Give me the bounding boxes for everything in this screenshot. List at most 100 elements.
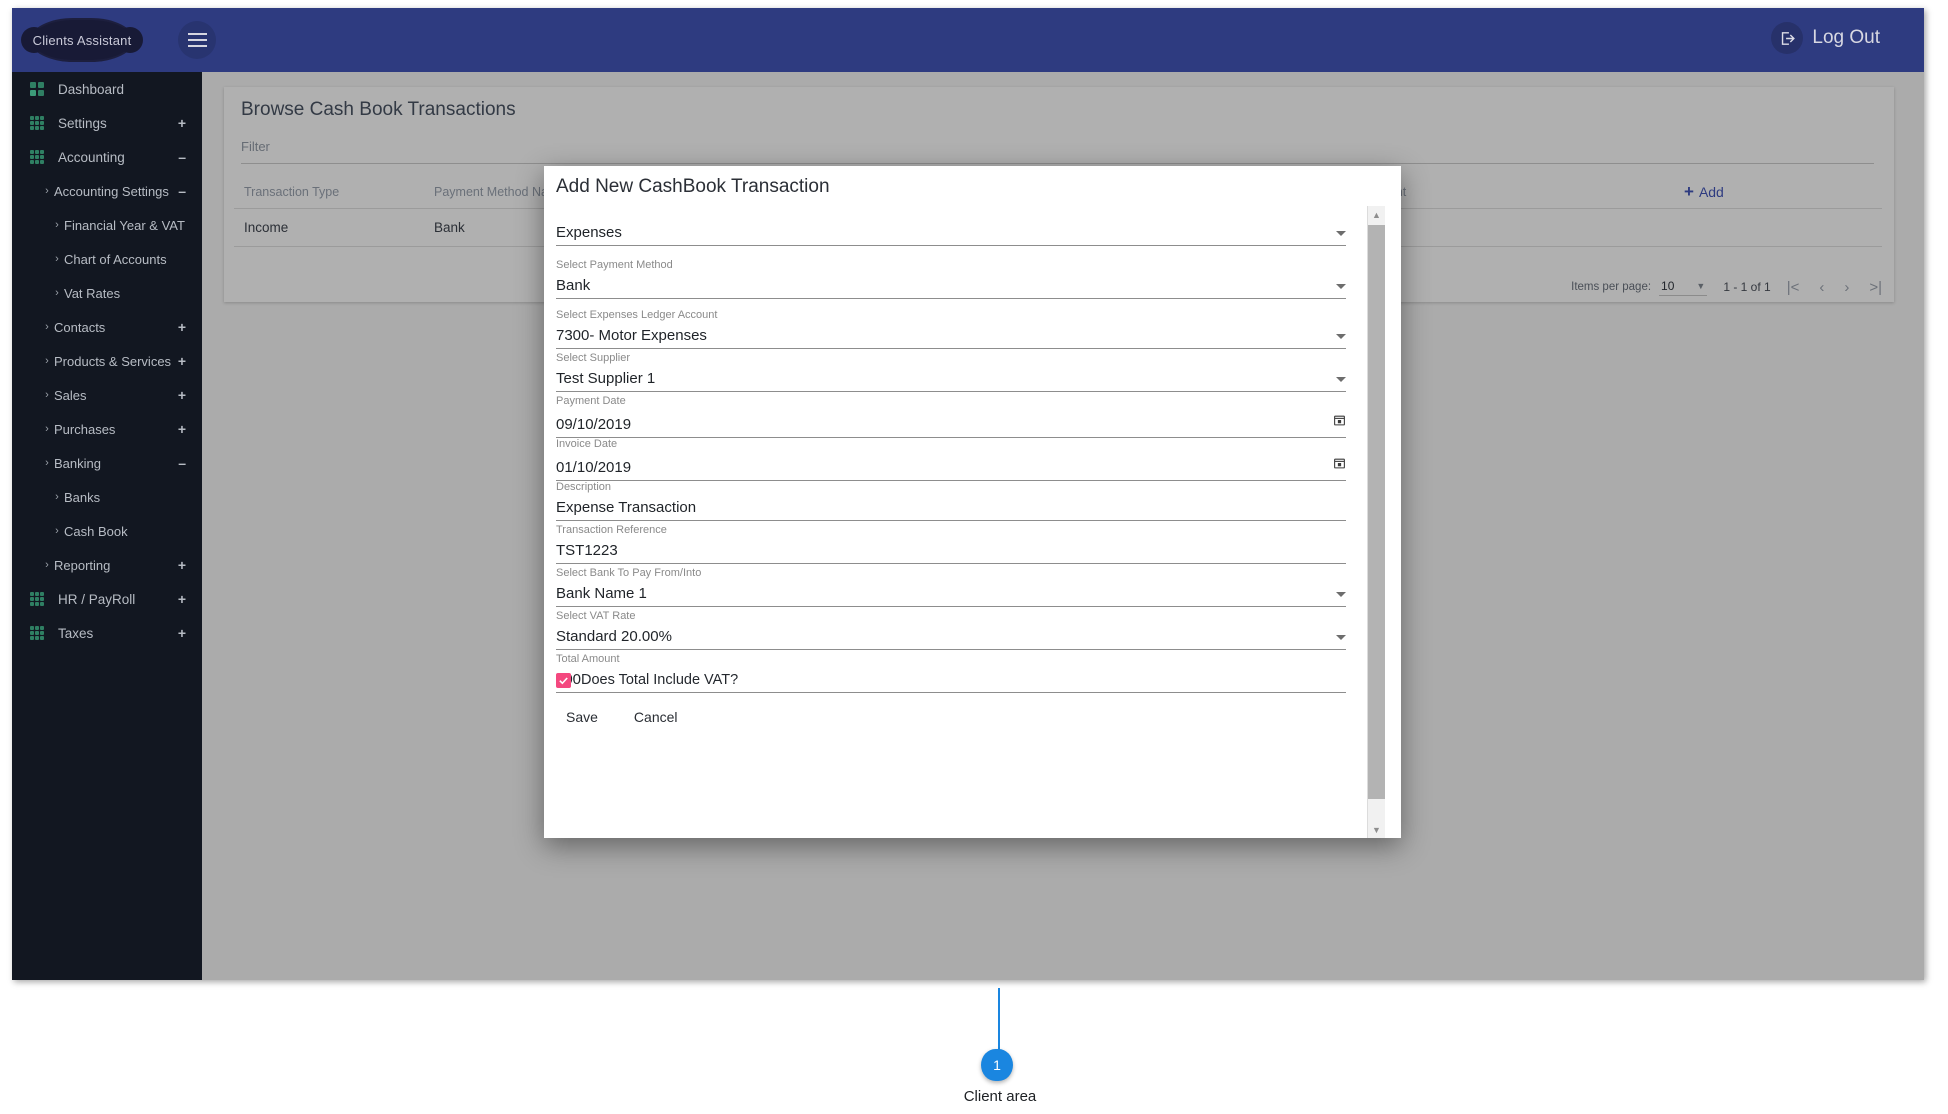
sidebar: DashboardSettings+Accounting–›Accounting… bbox=[12, 72, 202, 980]
chevron-right-icon: › bbox=[50, 525, 64, 537]
collapse-icon[interactable]: – bbox=[178, 183, 202, 199]
chevron-right-icon: › bbox=[50, 287, 64, 299]
calendar-icon[interactable] bbox=[1333, 456, 1346, 475]
paginator: Items per page: 10 ▼ 1 - 1 of 1 |< ‹ › >… bbox=[1571, 278, 1882, 296]
scroll-down-icon[interactable]: ▼ bbox=[1368, 821, 1385, 838]
field-label: Select Supplier bbox=[556, 352, 1346, 365]
sidebar-item-products-services[interactable]: ›Products & Services+ bbox=[12, 344, 202, 378]
select-select-payment-method[interactable]: Bank bbox=[556, 277, 1346, 299]
select-select-expenses-ledger-account[interactable]: 7300- Motor Expenses bbox=[556, 327, 1346, 349]
sidebar-item-banking[interactable]: ›Banking– bbox=[12, 446, 202, 480]
expand-icon[interactable]: + bbox=[178, 421, 202, 437]
select-expenses[interactable]: Expenses bbox=[556, 224, 1346, 246]
expand-icon[interactable]: + bbox=[178, 115, 202, 131]
sidebar-item-label: Cash Book bbox=[64, 524, 186, 539]
sidebar-item-label: Chart of Accounts bbox=[64, 252, 186, 267]
sidebar-item-label: Vat Rates bbox=[64, 286, 186, 301]
chevron-down-icon[interactable] bbox=[1336, 592, 1346, 597]
sidebar-item-banks[interactable]: ›Banks bbox=[12, 480, 202, 514]
field-label: Select Bank To Pay From/Into bbox=[556, 567, 1346, 580]
sidebar-item-hr-payroll[interactable]: HR / PayRoll+ bbox=[12, 582, 202, 616]
chevron-right-icon: › bbox=[50, 253, 64, 265]
first-page-button[interactable]: |< bbox=[1787, 279, 1800, 296]
cell-actions bbox=[1674, 209, 1882, 247]
chevron-down-icon[interactable] bbox=[1336, 377, 1346, 382]
field-label: Description bbox=[556, 481, 1346, 494]
sidebar-item-accounting-settings[interactable]: ›Accounting Settings– bbox=[12, 174, 202, 208]
chevron-right-icon: › bbox=[40, 457, 54, 469]
chevron-down-icon[interactable] bbox=[1336, 334, 1346, 339]
field-value: 7300- Motor Expenses bbox=[556, 327, 707, 344]
collapse-icon[interactable]: – bbox=[178, 149, 202, 165]
filter-field[interactable]: Filter bbox=[241, 139, 1874, 164]
sidebar-item-financial-year-vat[interactable]: ›Financial Year & VAT bbox=[12, 208, 202, 242]
dialog-title: Add New CashBook Transaction bbox=[556, 176, 830, 198]
expand-icon[interactable]: + bbox=[178, 319, 202, 335]
field-value: Bank bbox=[556, 277, 590, 294]
expand-icon[interactable]: + bbox=[178, 353, 202, 369]
sidebar-item-sales[interactable]: ›Sales+ bbox=[12, 378, 202, 412]
chevron-down-icon[interactable] bbox=[1336, 635, 1346, 640]
text-input-description[interactable]: Expense Transaction bbox=[556, 499, 1346, 521]
sidebar-item-chart-of-accounts[interactable]: ›Chart of Accounts bbox=[12, 242, 202, 276]
hamburger-bar bbox=[188, 45, 207, 47]
logout-button[interactable]: Log Out bbox=[1771, 22, 1880, 54]
cancel-button[interactable]: Cancel bbox=[624, 703, 688, 731]
collapse-icon[interactable]: – bbox=[178, 455, 202, 471]
hamburger-icon[interactable] bbox=[178, 21, 216, 59]
include-vat-checkbox[interactable] bbox=[556, 673, 571, 688]
chevron-down-icon[interactable] bbox=[1336, 231, 1346, 236]
plus-icon: + bbox=[1684, 183, 1694, 200]
dialog-scrollbar[interactable]: ▲ ▼ bbox=[1367, 206, 1385, 838]
sidebar-item-reporting[interactable]: ›Reporting+ bbox=[12, 548, 202, 582]
include-vat-label: Does Total Include VAT? bbox=[581, 672, 738, 688]
chevron-right-icon: › bbox=[50, 219, 64, 231]
date-input-payment-date[interactable]: 09/10/2019 bbox=[556, 413, 1346, 438]
sidebar-item-dashboard[interactable]: Dashboard bbox=[12, 72, 202, 106]
sidebar-item-settings[interactable]: Settings+ bbox=[12, 106, 202, 140]
column-header-transaction-type[interactable]: Transaction Type bbox=[234, 175, 424, 209]
calendar-icon[interactable] bbox=[1333, 413, 1346, 432]
select-select-bank-to-pay-from-into[interactable]: Bank Name 1 bbox=[556, 585, 1346, 607]
sidebar-item-label: Banks bbox=[64, 490, 186, 505]
field-invoice-date: Invoice Date01/10/2019 bbox=[556, 438, 1346, 481]
expand-icon[interactable]: + bbox=[178, 557, 202, 573]
page-buttons: |< ‹ › >| bbox=[1787, 279, 1882, 296]
previous-page-button[interactable]: ‹ bbox=[1819, 279, 1824, 296]
next-page-button[interactable]: › bbox=[1844, 279, 1849, 296]
sidebar-item-vat-rates[interactable]: ›Vat Rates bbox=[12, 276, 202, 310]
top-bar: Clients Assistant Log Out bbox=[12, 8, 1924, 72]
field-label: Transaction Reference bbox=[556, 524, 1346, 537]
logout-label: Log Out bbox=[1812, 27, 1880, 49]
app-logo[interactable]: Clients Assistant bbox=[32, 20, 132, 60]
add-button[interactable]: + Add bbox=[1684, 183, 1724, 200]
text-input-transaction-reference[interactable]: TST1223 bbox=[556, 542, 1346, 564]
field-label: Select Payment Method bbox=[556, 259, 1346, 272]
field-value: 01/10/2019 bbox=[556, 459, 631, 476]
items-per-page-select[interactable]: 10 ▼ bbox=[1659, 278, 1707, 296]
sidebar-item-contacts[interactable]: ›Contacts+ bbox=[12, 310, 202, 344]
sidebar-item-label: Purchases bbox=[54, 422, 178, 437]
sidebar-item-label: Settings bbox=[58, 116, 178, 131]
chevron-down-icon[interactable] bbox=[1336, 284, 1346, 289]
save-button[interactable]: Save bbox=[556, 703, 608, 731]
field-label: Payment Date bbox=[556, 395, 1346, 408]
sidebar-item-accounting[interactable]: Accounting– bbox=[12, 140, 202, 174]
date-input-invoice-date[interactable]: 01/10/2019 bbox=[556, 456, 1346, 481]
scroll-up-icon[interactable]: ▲ bbox=[1368, 206, 1385, 223]
field-select-supplier: Select Supplier Test Supplier 1 bbox=[556, 352, 1346, 392]
sidebar-item-purchases[interactable]: ›Purchases+ bbox=[12, 412, 202, 446]
sidebar-item-taxes[interactable]: Taxes+ bbox=[12, 616, 202, 650]
last-page-button[interactable]: >| bbox=[1869, 279, 1882, 296]
expand-icon[interactable]: + bbox=[178, 387, 202, 403]
expand-icon[interactable]: + bbox=[178, 591, 202, 607]
grid-icon bbox=[30, 116, 44, 130]
scrollbar-thumb[interactable] bbox=[1368, 225, 1385, 799]
chevron-down-icon: ▼ bbox=[1696, 281, 1705, 291]
sidebar-item-cash-book[interactable]: ›Cash Book bbox=[12, 514, 202, 548]
expand-icon[interactable]: + bbox=[178, 625, 202, 641]
field-value: Standard 20.00% bbox=[556, 628, 672, 645]
select-select-supplier[interactable]: Test Supplier 1 bbox=[556, 370, 1346, 392]
sidebar-item-label: Accounting bbox=[58, 150, 178, 165]
select-select-vat-rate[interactable]: Standard 20.00% bbox=[556, 628, 1346, 650]
